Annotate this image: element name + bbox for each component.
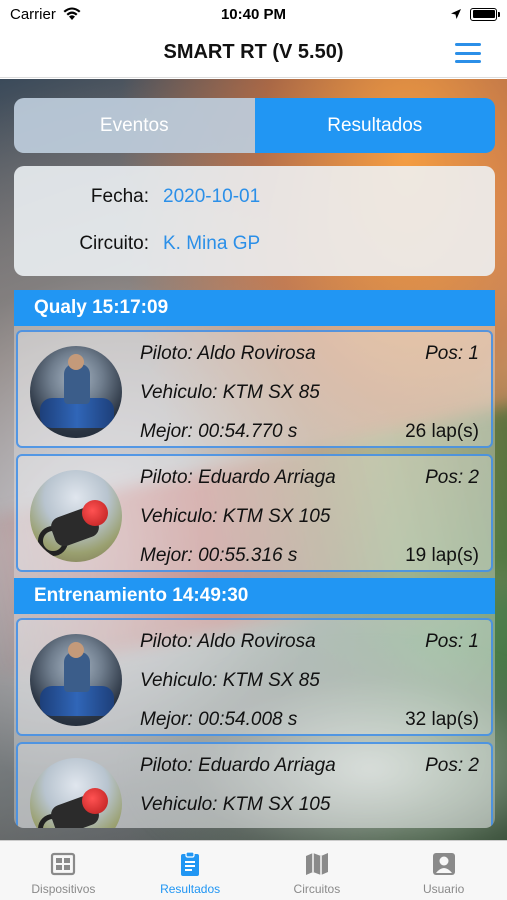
tab-label: Circuitos [293, 882, 341, 896]
navigation-bar: SMART RT (V 5.50) [0, 28, 507, 78]
status-time: 10:40 PM [220, 5, 287, 23]
user-icon [432, 853, 455, 875]
avatar [30, 758, 122, 828]
vehicle: Vehiculo: KTM SX 85 [140, 382, 320, 403]
tab-eventos[interactable]: Eventos [14, 98, 255, 153]
pilot-name: Piloto: Aldo Rovirosa [140, 343, 316, 364]
best-lap: Mejor: 00:54.770 s [140, 421, 298, 442]
result-card[interactable]: Piloto: Aldo Rovirosa Pos: 1 Vehiculo: K… [16, 330, 493, 448]
best-lap: Mejor: 00:55.316 s [140, 545, 298, 566]
carrier-label: Carrier [10, 5, 56, 23]
tab-label: Resultados [160, 882, 221, 896]
lap-count: 19 lap(s) [405, 545, 479, 566]
position: Pos: 1 [425, 631, 479, 652]
map-icon [305, 853, 328, 875]
result-card[interactable]: Piloto: Aldo Rovirosa Pos: 1 Vehiculo: K… [16, 618, 493, 736]
fecha-value: 2020-10-01 [163, 186, 261, 207]
tab-label: Usuario [422, 882, 465, 896]
position: Pos: 1 [425, 343, 479, 364]
tab-label: Dispositivos [31, 882, 96, 896]
location-arrow-icon [451, 9, 461, 19]
vehicle: Vehiculo: KTM SX 105 [140, 506, 331, 527]
status-left: Carrier [10, 6, 180, 23]
tab-resultados-bottom[interactable]: Resultados [127, 841, 254, 900]
result-card[interactable]: Piloto: Eduardo Arriaga Pos: 2 Vehiculo:… [16, 454, 493, 572]
avatar [30, 470, 122, 562]
battery-icon [470, 7, 500, 21]
segmented-control: Eventos Resultados [14, 98, 495, 153]
pilot-name: Piloto: Aldo Rovirosa [140, 631, 316, 652]
fecha-row: Fecha: 2020-10-01 [14, 186, 495, 208]
tab-usuario[interactable]: Usuario [380, 841, 507, 900]
vehicle: Vehiculo: KTM SX 105 [140, 794, 331, 815]
page-title: SMART RT (V 5.50) [163, 41, 344, 63]
results-list[interactable]: Qualy 15:17:09 Piloto: Aldo Rovirosa Pos… [14, 290, 495, 828]
devices-icon [51, 852, 76, 876]
lap-count: 26 lap(s) [405, 421, 479, 442]
best-lap: Mejor: 00:54.008 s [140, 709, 298, 730]
lap-count: 32 lap(s) [405, 709, 479, 730]
avatar [30, 634, 122, 726]
section-header: Qualy 15:17:09 [14, 290, 495, 326]
fecha-label: Fecha: [90, 186, 149, 207]
status-bar: Carrier 10:40 PM [0, 0, 507, 28]
position: Pos: 2 [425, 755, 479, 776]
wifi-icon [63, 7, 81, 20]
vehicle: Vehiculo: KTM SX 85 [140, 670, 320, 691]
position: Pos: 2 [425, 467, 479, 488]
tab-bar: Dispositivos Resultados Circuitos Usuari… [0, 840, 507, 900]
circuito-label: Circuito: [79, 233, 149, 254]
tab-resultados[interactable]: Resultados [254, 98, 495, 153]
circuito-value[interactable]: K. Mina GP [163, 233, 260, 255]
tab-dispositivos[interactable]: Dispositivos [0, 841, 127, 900]
avatar [30, 346, 122, 438]
status-right [327, 7, 500, 21]
section-header: Entrenamiento 14:49:30 [14, 578, 495, 614]
circuito-row: Circuito: K. Mina GP [14, 233, 495, 255]
pilot-name: Piloto: Eduardo Arriaga [140, 467, 336, 488]
result-card[interactable]: Piloto: Eduardo Arriaga Pos: 2 Vehiculo:… [16, 742, 493, 828]
clipboard-icon [181, 851, 200, 876]
tab-circuitos[interactable]: Circuitos [254, 841, 381, 900]
pilot-name: Piloto: Eduardo Arriaga [140, 755, 336, 776]
event-info-card: Fecha: 2020-10-01 Circuito: K. Mina GP [14, 166, 495, 276]
hamburger-menu-icon[interactable] [455, 43, 481, 63]
